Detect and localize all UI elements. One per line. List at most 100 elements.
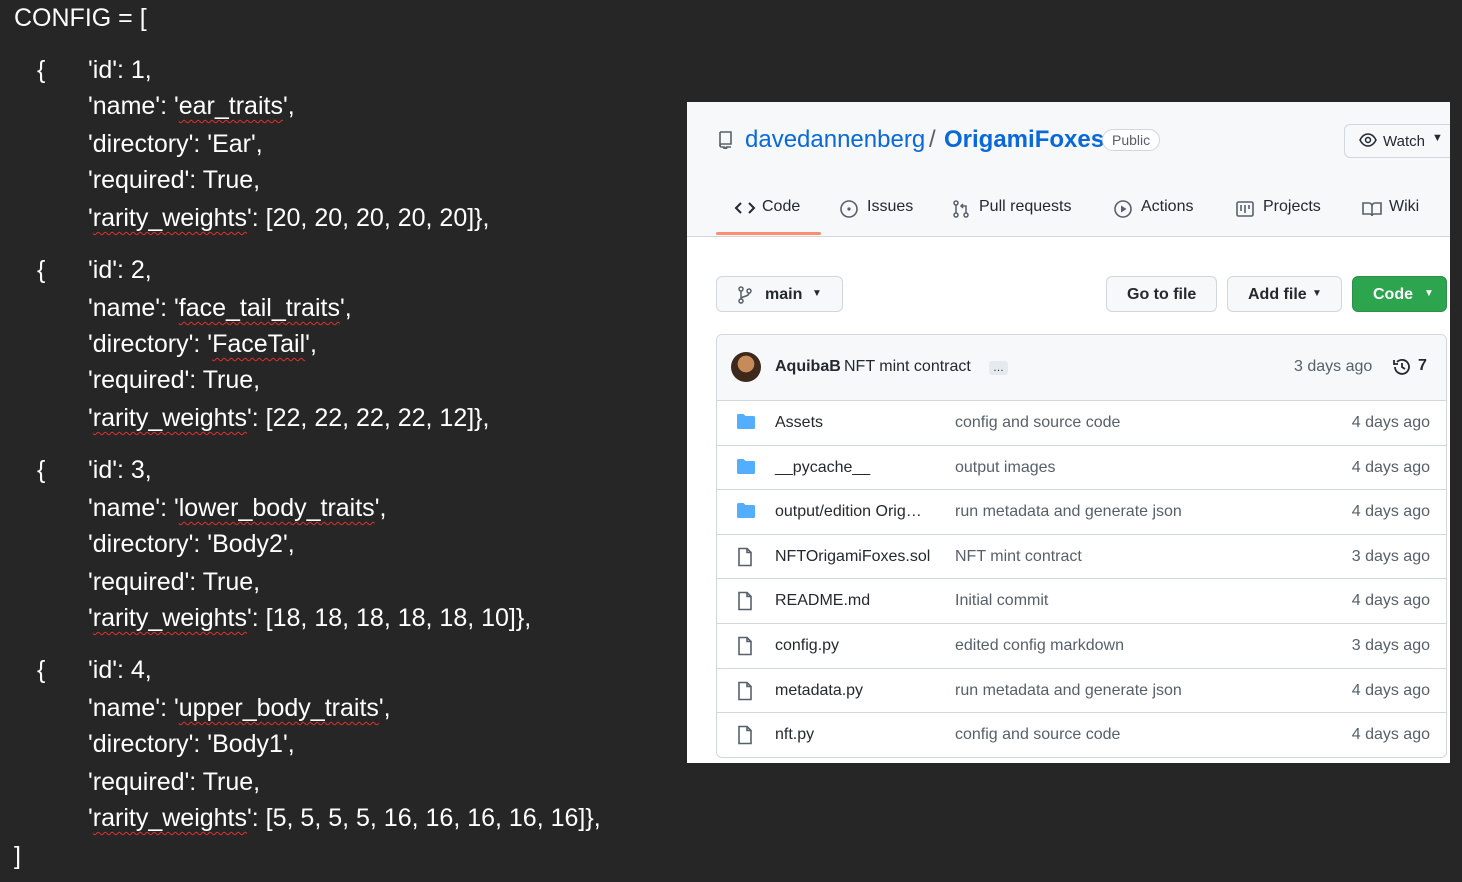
file-icon (736, 636, 754, 661)
file-commit-message-link[interactable]: config and source code (955, 414, 1120, 432)
active-tab-indicator (716, 232, 821, 235)
file-name-link[interactable]: config.py (775, 637, 839, 655)
file-name-link[interactable]: NFTOrigamiFoxes.sol (775, 548, 930, 566)
repo-header: davedannenberg / OrigamiFoxes Public Wat… (687, 102, 1450, 237)
commit-author-link[interactable]: AquibaB (775, 358, 841, 376)
visibility-badge: Public (1102, 129, 1161, 151)
chevron-down-icon: ▼ (1312, 288, 1322, 299)
file-commit-message-link[interactable]: NFT mint contract (955, 548, 1082, 566)
open-brace: { (37, 456, 46, 484)
folder-icon (736, 413, 756, 435)
file-row[interactable]: README.md Initial commit 4 days ago (717, 578, 1446, 623)
history-icon[interactable] (1392, 357, 1412, 382)
config-directory-line: 'directory': 'Body1', (88, 730, 295, 758)
eye-icon (1359, 132, 1377, 152)
repo-name-link[interactable]: OrigamiFoxes (944, 126, 1104, 154)
file-commit-age: 4 days ago (1351, 681, 1430, 699)
play-circle-icon (1113, 199, 1133, 224)
config-closing-bracket: ] (14, 842, 21, 870)
commit-time: 3 days ago (1294, 358, 1373, 375)
repo-icon (717, 131, 733, 154)
file-name-link[interactable]: output/edition Orig… (775, 503, 922, 521)
open-brace: { (37, 256, 46, 284)
button-label: Add file (1248, 286, 1307, 303)
config-id-line: 'id': 4, (88, 656, 152, 684)
commit-message-link[interactable]: NFT mint contract (844, 358, 971, 376)
folder-icon (736, 458, 756, 480)
config-rarity-line: 'rarity_weights': [22, 22, 22, 22, 12]}, (88, 404, 490, 432)
open-brace: { (37, 56, 46, 84)
config-directory-line: 'directory': 'Ear', (88, 130, 263, 158)
folder-icon (736, 502, 756, 524)
issue-icon (839, 199, 859, 224)
file-row[interactable]: output/edition Orig… run metadata and gen… (717, 489, 1446, 534)
file-icon (736, 725, 754, 750)
avatar[interactable] (731, 352, 761, 382)
add-file-button[interactable]: Add file ▼ (1227, 276, 1342, 312)
file-row[interactable]: metadata.py run metadata and generate jso… (717, 667, 1446, 713)
file-name-link[interactable]: Assets (775, 414, 823, 432)
config-name-line: 'name': 'lower_body_traits', (88, 494, 387, 522)
repo-owner-link[interactable]: davedannenberg (745, 126, 925, 154)
code-download-button[interactable]: Code ▼ (1352, 276, 1447, 312)
commit-expand-button[interactable]: … (989, 361, 1008, 375)
repo-path-separator: / (929, 126, 936, 153)
go-to-file-button[interactable]: Go to file (1106, 276, 1217, 312)
file-name-link[interactable]: README.md (775, 592, 870, 610)
branch-select-button[interactable]: main ▼ (716, 276, 843, 312)
config-name-line: 'name': 'ear_traits', (88, 92, 295, 120)
file-name-link[interactable]: metadata.py (775, 682, 863, 700)
file-commit-message-link[interactable]: run metadata and generate json (955, 682, 1182, 700)
config-code-snippet: CONFIG = [ { 'id': 1, 'name': 'ear_trait… (0, 0, 686, 882)
config-id-line: 'id': 2, (88, 256, 152, 284)
config-required-line: 'required': True, (88, 768, 261, 796)
config-id-line: 'id': 1, (88, 56, 152, 84)
file-commit-age: 4 days ago (1351, 726, 1430, 744)
button-label: Go to file (1127, 286, 1197, 303)
github-repo-page: davedannenberg / OrigamiFoxes Public Wat… (687, 102, 1450, 763)
file-commit-age: 3 days ago (1351, 637, 1430, 654)
commit-count[interactable]: 7 (1418, 357, 1427, 375)
pull-request-icon (951, 199, 971, 224)
file-row[interactable]: config.py edited config markdown 3 days ag… (717, 623, 1446, 668)
file-commit-message-link[interactable]: config and source code (955, 726, 1120, 744)
file-row[interactable]: NFTOrigamiFoxes.sol NFT mint contract 3 da… (717, 533, 1446, 579)
config-directory-line: 'directory': 'Body2', (88, 530, 295, 558)
file-icon (736, 547, 754, 572)
chevron-down-icon: ▼ (1432, 132, 1443, 144)
chevron-down-icon: ▼ (1424, 288, 1434, 299)
file-commit-message-link[interactable]: run metadata and generate json (955, 503, 1182, 521)
file-listing: AquibaB NFT mint contract … 3 days ago 7… (716, 334, 1447, 758)
config-required-line: 'required': True, (88, 366, 261, 394)
file-row[interactable]: nft.py config and source code 4 days ago (717, 712, 1446, 757)
file-row[interactable]: __pycache__ output images 4 days ago (717, 444, 1446, 490)
config-rarity-line: 'rarity_weights': [5, 5, 5, 5, 16, 16, 1… (88, 804, 601, 832)
file-commit-message-link[interactable]: edited config markdown (955, 637, 1124, 655)
book-icon (1361, 199, 1383, 224)
branch-name: main (765, 286, 803, 303)
file-commit-age: 3 days ago (1351, 547, 1430, 565)
tab-label: Wiki (1389, 198, 1420, 215)
file-commit-age: 4 days ago (1351, 458, 1430, 476)
branch-icon (737, 286, 753, 309)
tab-label: Issues (867, 198, 914, 215)
config-rarity-line: 'rarity_weights': [20, 20, 20, 20, 20]}, (88, 204, 490, 232)
button-label: Code (1373, 286, 1413, 303)
file-commit-message-link[interactable]: Initial commit (955, 592, 1048, 610)
file-name-link[interactable]: nft.py (775, 726, 814, 744)
config-directory-line: 'directory': 'FaceTail', (88, 330, 317, 358)
file-row[interactable]: Assets config and source code 4 days ago (717, 400, 1446, 445)
file-commit-message-link[interactable]: output images (955, 459, 1056, 477)
file-commit-age: 4 days ago (1351, 503, 1430, 521)
config-required-line: 'required': True, (88, 568, 261, 596)
file-icon (736, 681, 754, 706)
open-brace: { (37, 656, 46, 684)
chevron-down-icon: ▼ (812, 288, 822, 299)
config-required-line: 'required': True, (88, 166, 261, 194)
config-id-line: 'id': 3, (88, 456, 152, 484)
watch-button[interactable]: Watch ▼ (1344, 124, 1450, 158)
file-icon (736, 591, 754, 616)
latest-commit-bar: AquibaB NFT mint contract … 3 days ago 7 (717, 335, 1446, 401)
file-name-link[interactable]: __pycache__ (775, 459, 870, 477)
config-name-line: 'name': 'upper_body_traits', (88, 694, 391, 722)
